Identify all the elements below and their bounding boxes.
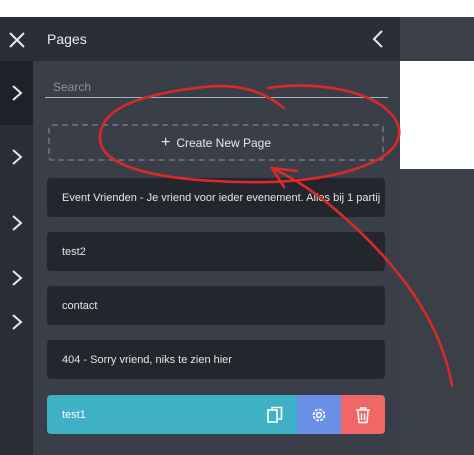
gear-icon [312, 408, 326, 421]
copy-icon [267, 406, 283, 423]
rail-expand-button-5[interactable] [0, 307, 33, 337]
chevron-right-icon [11, 314, 23, 330]
rail-expand-button-1[interactable] [0, 78, 33, 108]
delete-page-button[interactable] [341, 395, 385, 434]
search-input[interactable] [45, 76, 388, 98]
trash-icon [356, 406, 370, 423]
editor-canvas-dark-area [400, 169, 474, 455]
page-item-title: contact [62, 299, 98, 312]
create-new-page-label: Create New Page [176, 135, 272, 150]
active-page-title: test1 [47, 395, 253, 434]
page-item[interactable]: test2 [47, 232, 385, 271]
chevron-left-icon[interactable] [368, 28, 390, 50]
rail-expand-button-3[interactable] [0, 208, 33, 238]
rail-expand-button-4[interactable] [0, 263, 33, 293]
plus-icon: + [160, 133, 171, 151]
chevron-right-icon [11, 85, 23, 101]
pages-panel-header: Pages [33, 17, 400, 61]
rail-expand-button-2[interactable] [0, 142, 33, 172]
copy-page-button[interactable] [253, 395, 297, 434]
create-new-page-button[interactable]: + Create New Page [48, 124, 384, 161]
chevron-right-icon [11, 270, 23, 286]
panel-title: Pages [47, 31, 87, 47]
pages-panel: Pages + Create New Page Event Vrienden -… [33, 17, 400, 455]
chevron-right-icon [11, 215, 23, 231]
page-item-title: Event Vrienden - Je vriend voor ieder ev… [62, 191, 381, 204]
chevron-right-icon [11, 149, 23, 165]
page-settings-button[interactable] [297, 395, 341, 434]
editor-canvas-area [400, 61, 474, 169]
page-item-active[interactable]: test1 [47, 395, 385, 434]
close-button[interactable] [0, 25, 33, 55]
page-item-title: test2 [62, 245, 86, 258]
page-item[interactable]: contact [47, 286, 385, 325]
page-item-title: 404 - Sorry vriend, niks te zien hier [62, 353, 232, 366]
close-icon [8, 32, 25, 48]
side-rail [0, 17, 33, 455]
page-item[interactable]: Event Vrienden - Je vriend voor ieder ev… [47, 178, 385, 217]
page-item[interactable]: 404 - Sorry vriend, niks te zien hier [47, 340, 385, 379]
